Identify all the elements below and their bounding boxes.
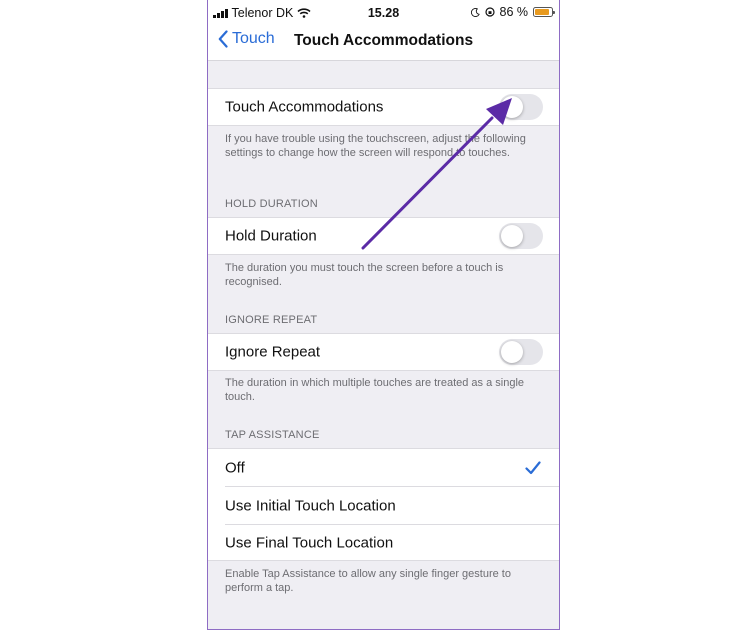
touch-accommodations-footer: If you have trouble using the touchscree… bbox=[225, 133, 526, 159]
tap-assistance-group: Off Use Initial Touch Location Use Final… bbox=[208, 448, 559, 561]
touch-accommodations-toggle[interactable] bbox=[499, 94, 543, 120]
battery-icon bbox=[533, 7, 555, 17]
tap-assistance-option-initial[interactable]: Use Initial Touch Location bbox=[208, 487, 559, 524]
ignore-repeat-footer: The duration in which multiple touches a… bbox=[225, 377, 525, 403]
hold-duration-footer: The duration you must touch the screen b… bbox=[225, 262, 504, 288]
tap-assistance-footer: Enable Tap Assistance to allow any singl… bbox=[225, 568, 511, 594]
battery-percent: 86 % bbox=[499, 5, 529, 19]
ignore-repeat-toggle[interactable] bbox=[499, 339, 543, 365]
rotation-lock-icon bbox=[484, 7, 495, 17]
ignore-repeat-row: Ignore Repeat bbox=[208, 333, 559, 371]
status-right: 86 % bbox=[470, 5, 555, 19]
tap-assistance-option-off[interactable]: Off bbox=[208, 449, 559, 486]
touch-accommodations-label: Touch Accommodations bbox=[225, 98, 384, 116]
hold-duration-label: Hold Duration bbox=[225, 227, 317, 245]
touch-accommodations-row: Touch Accommodations bbox=[208, 88, 559, 126]
ignore-repeat-header: IGNORE REPEAT bbox=[225, 314, 318, 326]
navigation-bar: Touch Touch Accommodations bbox=[208, 26, 559, 61]
phone-screen: Telenor DK 15.28 86 % Touch Touch Accomm… bbox=[207, 0, 560, 630]
hold-duration-header: HOLD DURATION bbox=[225, 198, 318, 210]
option-label: Use Final Touch Location bbox=[225, 534, 394, 552]
toggle-knob bbox=[501, 96, 523, 118]
checkmark-icon bbox=[525, 460, 541, 474]
hold-duration-toggle[interactable] bbox=[499, 223, 543, 249]
option-label: Use Initial Touch Location bbox=[225, 497, 396, 514]
toggle-knob bbox=[501, 225, 523, 247]
tap-assistance-header: TAP ASSISTANCE bbox=[225, 429, 320, 441]
moon-icon bbox=[470, 7, 480, 17]
tap-assistance-option-final[interactable]: Use Final Touch Location bbox=[208, 525, 559, 561]
toggle-knob bbox=[501, 341, 523, 363]
status-bar: Telenor DK 15.28 86 % bbox=[208, 0, 559, 26]
page-title: Touch Accommodations bbox=[293, 32, 474, 49]
option-label: Off bbox=[225, 459, 245, 476]
ignore-repeat-label: Ignore Repeat bbox=[225, 343, 321, 361]
hold-duration-row: Hold Duration bbox=[208, 217, 559, 255]
